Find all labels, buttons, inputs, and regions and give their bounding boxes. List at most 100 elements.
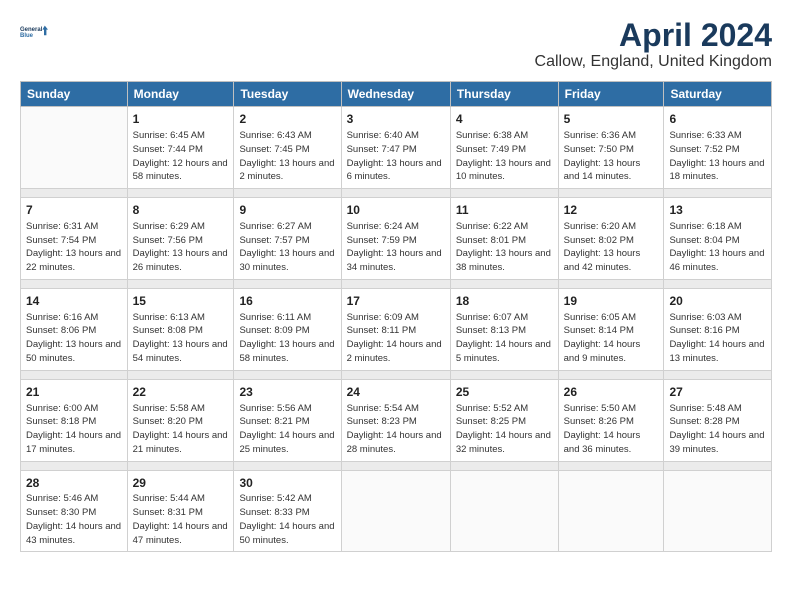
day-info: Sunrise: 6:03 AMSunset: 8:16 PMDaylight:…	[669, 311, 766, 366]
calendar-week-row: 1Sunrise: 6:45 AMSunset: 7:44 PMDaylight…	[21, 107, 772, 189]
day-number: 4	[456, 111, 553, 128]
day-number: 6	[669, 111, 766, 128]
calendar-cell	[21, 107, 128, 189]
calendar-cell	[664, 470, 772, 552]
day-info: Sunrise: 6:33 AMSunset: 7:52 PMDaylight:…	[669, 129, 766, 184]
day-number: 26	[564, 384, 659, 401]
calendar-cell: 12Sunrise: 6:20 AMSunset: 8:02 PMDayligh…	[558, 198, 664, 280]
day-number: 29	[133, 475, 229, 492]
day-info: Sunrise: 6:24 AMSunset: 7:59 PMDaylight:…	[347, 220, 445, 275]
main-title: April 2024	[535, 18, 772, 53]
day-info: Sunrise: 6:18 AMSunset: 8:04 PMDaylight:…	[669, 220, 766, 275]
day-number: 8	[133, 202, 229, 219]
day-info: Sunrise: 5:52 AMSunset: 8:25 PMDaylight:…	[456, 402, 553, 457]
day-number: 16	[239, 293, 335, 310]
day-info: Sunrise: 6:00 AMSunset: 8:18 PMDaylight:…	[26, 402, 122, 457]
calendar-cell: 8Sunrise: 6:29 AMSunset: 7:56 PMDaylight…	[127, 198, 234, 280]
calendar-week-row: 28Sunrise: 5:46 AMSunset: 8:30 PMDayligh…	[21, 470, 772, 552]
row-divider	[21, 370, 772, 379]
day-info: Sunrise: 6:22 AMSunset: 8:01 PMDaylight:…	[456, 220, 553, 275]
day-number: 2	[239, 111, 335, 128]
day-info: Sunrise: 6:40 AMSunset: 7:47 PMDaylight:…	[347, 129, 445, 184]
calendar-cell: 24Sunrise: 5:54 AMSunset: 8:23 PMDayligh…	[341, 379, 450, 461]
calendar-week-row: 7Sunrise: 6:31 AMSunset: 7:54 PMDaylight…	[21, 198, 772, 280]
svg-text:General: General	[20, 27, 43, 33]
calendar-cell	[341, 470, 450, 552]
day-number: 25	[456, 384, 553, 401]
calendar-week-row: 21Sunrise: 6:00 AMSunset: 8:18 PMDayligh…	[21, 379, 772, 461]
row-divider	[21, 279, 772, 288]
day-info: Sunrise: 6:20 AMSunset: 8:02 PMDaylight:…	[564, 220, 659, 275]
day-number: 15	[133, 293, 229, 310]
day-number: 30	[239, 475, 335, 492]
calendar-cell: 6Sunrise: 6:33 AMSunset: 7:52 PMDaylight…	[664, 107, 772, 189]
day-info: Sunrise: 6:16 AMSunset: 8:06 PMDaylight:…	[26, 311, 122, 366]
day-info: Sunrise: 6:29 AMSunset: 7:56 PMDaylight:…	[133, 220, 229, 275]
day-number: 5	[564, 111, 659, 128]
day-info: Sunrise: 6:09 AMSunset: 8:11 PMDaylight:…	[347, 311, 445, 366]
calendar-cell: 18Sunrise: 6:07 AMSunset: 8:13 PMDayligh…	[450, 288, 558, 370]
calendar-cell: 22Sunrise: 5:58 AMSunset: 8:20 PMDayligh…	[127, 379, 234, 461]
calendar-cell: 11Sunrise: 6:22 AMSunset: 8:01 PMDayligh…	[450, 198, 558, 280]
day-info: Sunrise: 6:38 AMSunset: 7:49 PMDaylight:…	[456, 129, 553, 184]
col-sunday: Sunday	[21, 82, 128, 107]
calendar-cell	[450, 470, 558, 552]
day-info: Sunrise: 6:05 AMSunset: 8:14 PMDaylight:…	[564, 311, 659, 366]
row-divider	[21, 189, 772, 198]
calendar-cell: 14Sunrise: 6:16 AMSunset: 8:06 PMDayligh…	[21, 288, 128, 370]
day-info: Sunrise: 6:45 AMSunset: 7:44 PMDaylight:…	[133, 129, 229, 184]
col-friday: Friday	[558, 82, 664, 107]
day-number: 1	[133, 111, 229, 128]
logo-icon: General Blue	[20, 18, 48, 46]
calendar-cell: 27Sunrise: 5:48 AMSunset: 8:28 PMDayligh…	[664, 379, 772, 461]
day-info: Sunrise: 5:50 AMSunset: 8:26 PMDaylight:…	[564, 402, 659, 457]
calendar-cell: 28Sunrise: 5:46 AMSunset: 8:30 PMDayligh…	[21, 470, 128, 552]
day-info: Sunrise: 5:42 AMSunset: 8:33 PMDaylight:…	[239, 492, 335, 547]
title-block: April 2024 Callow, England, United Kingd…	[535, 18, 772, 71]
location-subtitle: Callow, England, United Kingdom	[535, 53, 772, 71]
day-number: 10	[347, 202, 445, 219]
calendar-cell: 30Sunrise: 5:42 AMSunset: 8:33 PMDayligh…	[234, 470, 341, 552]
calendar-cell: 2Sunrise: 6:43 AMSunset: 7:45 PMDaylight…	[234, 107, 341, 189]
calendar-cell: 17Sunrise: 6:09 AMSunset: 8:11 PMDayligh…	[341, 288, 450, 370]
calendar-cell: 26Sunrise: 5:50 AMSunset: 8:26 PMDayligh…	[558, 379, 664, 461]
calendar-cell: 7Sunrise: 6:31 AMSunset: 7:54 PMDaylight…	[21, 198, 128, 280]
day-info: Sunrise: 6:11 AMSunset: 8:09 PMDaylight:…	[239, 311, 335, 366]
calendar-cell: 20Sunrise: 6:03 AMSunset: 8:16 PMDayligh…	[664, 288, 772, 370]
calendar-cell: 25Sunrise: 5:52 AMSunset: 8:25 PMDayligh…	[450, 379, 558, 461]
calendar-header-row: Sunday Monday Tuesday Wednesday Thursday…	[21, 82, 772, 107]
row-divider	[21, 461, 772, 470]
day-info: Sunrise: 6:13 AMSunset: 8:08 PMDaylight:…	[133, 311, 229, 366]
day-info: Sunrise: 5:48 AMSunset: 8:28 PMDaylight:…	[669, 402, 766, 457]
calendar-cell: 1Sunrise: 6:45 AMSunset: 7:44 PMDaylight…	[127, 107, 234, 189]
calendar-week-row: 14Sunrise: 6:16 AMSunset: 8:06 PMDayligh…	[21, 288, 772, 370]
day-info: Sunrise: 5:56 AMSunset: 8:21 PMDaylight:…	[239, 402, 335, 457]
calendar-table: Sunday Monday Tuesday Wednesday Thursday…	[20, 81, 772, 552]
calendar-cell: 29Sunrise: 5:44 AMSunset: 8:31 PMDayligh…	[127, 470, 234, 552]
calendar-cell: 15Sunrise: 6:13 AMSunset: 8:08 PMDayligh…	[127, 288, 234, 370]
day-info: Sunrise: 6:36 AMSunset: 7:50 PMDaylight:…	[564, 129, 659, 184]
svg-text:Blue: Blue	[20, 33, 34, 39]
day-info: Sunrise: 6:31 AMSunset: 7:54 PMDaylight:…	[26, 220, 122, 275]
day-number: 13	[669, 202, 766, 219]
col-tuesday: Tuesday	[234, 82, 341, 107]
day-info: Sunrise: 5:46 AMSunset: 8:30 PMDaylight:…	[26, 492, 122, 547]
col-thursday: Thursday	[450, 82, 558, 107]
day-number: 14	[26, 293, 122, 310]
day-number: 24	[347, 384, 445, 401]
day-number: 22	[133, 384, 229, 401]
day-number: 11	[456, 202, 553, 219]
col-wednesday: Wednesday	[341, 82, 450, 107]
day-number: 21	[26, 384, 122, 401]
day-number: 27	[669, 384, 766, 401]
calendar-cell: 5Sunrise: 6:36 AMSunset: 7:50 PMDaylight…	[558, 107, 664, 189]
day-number: 28	[26, 475, 122, 492]
calendar-cell: 21Sunrise: 6:00 AMSunset: 8:18 PMDayligh…	[21, 379, 128, 461]
day-info: Sunrise: 5:58 AMSunset: 8:20 PMDaylight:…	[133, 402, 229, 457]
calendar-cell: 13Sunrise: 6:18 AMSunset: 8:04 PMDayligh…	[664, 198, 772, 280]
day-number: 7	[26, 202, 122, 219]
day-number: 3	[347, 111, 445, 128]
day-number: 23	[239, 384, 335, 401]
calendar-cell: 10Sunrise: 6:24 AMSunset: 7:59 PMDayligh…	[341, 198, 450, 280]
calendar-cell: 16Sunrise: 6:11 AMSunset: 8:09 PMDayligh…	[234, 288, 341, 370]
